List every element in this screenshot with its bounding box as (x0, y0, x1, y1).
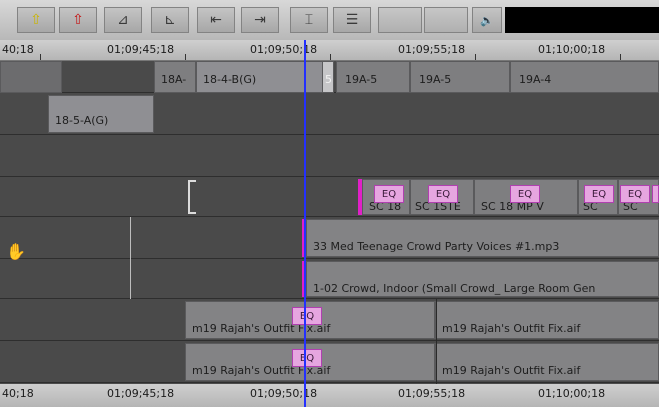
empty-track (0, 135, 659, 177)
trim-mark-in-button[interactable]: ⊿ (104, 7, 142, 33)
timeline-clip[interactable]: 1-02 Crowd, Indoor (Small Crowd_ Large R… (306, 261, 659, 297)
extract-icon: ⇧ (72, 12, 84, 28)
eq-badge[interactable] (652, 185, 659, 203)
ruler-tick (475, 54, 476, 60)
audio-monitor-button[interactable]: 🔈 (472, 7, 502, 33)
timeline-clip[interactable]: m19 Rajah's Outfit Fix.aif (435, 343, 659, 381)
timeline-clip[interactable]: 18-5-A(G) (48, 95, 154, 133)
timeline-clip[interactable]: 33 Med Teenage Crowd Party Voices #1.mp3 (306, 219, 659, 257)
timecode-label: 40;18 (2, 387, 34, 400)
blank-button-1[interactable] (378, 7, 422, 33)
segment-left-button[interactable]: ⇤ (197, 7, 235, 33)
ruler-tick (330, 54, 331, 60)
edit-point-line (436, 299, 437, 384)
audio-meter-display (505, 7, 659, 33)
trim-mark-in-icon: ⊿ (117, 12, 129, 28)
timecode-ruler-bottom[interactable]: 40;18 01;09;45;18 01;09;50;18 01;09;55;1… (0, 384, 659, 407)
eq-badge[interactable]: EQ (584, 185, 614, 203)
timeline-clip[interactable]: 19A-5 (410, 61, 510, 93)
video-track-top: 18A- 18-4-B(G) 5 19A-5 19A-5 19A-4 (0, 61, 659, 93)
eq-badge[interactable]: EQ (428, 185, 458, 203)
video-track-second: 18-5-A(G) (0, 93, 659, 135)
timeline-clip[interactable]: 5 (322, 61, 334, 93)
audio-track-3: m19 Rajah's Outfit Fix.aif m19 Rajah's O… (0, 299, 659, 341)
eq-badge[interactable]: EQ (374, 185, 404, 203)
audio-track-1: 33 Med Teenage Crowd Party Voices #1.mp3 (0, 217, 659, 259)
eq-badge[interactable]: EQ (292, 307, 322, 325)
clip-label: 19A-5 (419, 73, 452, 86)
ruler-tick (40, 54, 41, 60)
clip-label: 1-02 Crowd, Indoor (Small Crowd_ Large R… (313, 282, 596, 295)
lift-button[interactable]: ⇧ (17, 7, 55, 33)
blank-button-2[interactable] (424, 7, 468, 33)
list-icon: ☰ (345, 12, 359, 28)
timecode-label: 01;09;55;18 (398, 387, 466, 400)
lift-icon: ⇧ (30, 12, 42, 28)
clip-label: 18A- (161, 73, 187, 86)
clip-label: 18-5-A(G) (55, 114, 109, 127)
trim-mark-out-button[interactable]: ⊾ (151, 7, 189, 33)
split-button[interactable]: ⌶ (290, 7, 328, 33)
timeline-clip[interactable]: 18-4-B(G) (196, 61, 330, 93)
eq-badge[interactable]: EQ (510, 185, 540, 203)
timecode-label: 01;09;55;18 (398, 43, 466, 56)
ruler-tick (620, 54, 621, 60)
timecode-label: 40;18 (2, 43, 34, 56)
mark-in-bracket (188, 180, 196, 214)
timecode-ruler-top[interactable]: 40;18 01;09;45;18 01;09;50;18 01;09;55;1… (0, 40, 659, 61)
audio-track-4: m19 Rajah's Outfit Fix.aif m19 Rajah's O… (0, 341, 659, 383)
segment-right-button[interactable]: ⇥ (241, 7, 279, 33)
timecode-label: 01;09;50;18 (250, 43, 318, 56)
segment-left-icon: ⇤ (210, 12, 222, 28)
timecode-label: 01;09;45;18 (107, 43, 175, 56)
extract-button[interactable]: ⇧ (59, 7, 97, 33)
clip-label: 19A-4 (519, 73, 552, 86)
list-button[interactable]: ☰ (333, 7, 371, 33)
playhead[interactable] (304, 40, 306, 407)
ruler-tick (185, 54, 186, 60)
timeline-toolbar: ⇧ ⇧ ⊿ ⊾ ⇤ ⇥ ⌶ ☰ 🔈 (0, 0, 659, 41)
timeline-window: ⇧ ⇧ ⊿ ⊾ ⇤ ⇥ ⌶ ☰ 🔈 40;18 01;09;45;18 01;0… (0, 0, 659, 407)
trim-mark-out-icon: ⊾ (164, 12, 176, 28)
clip-label: 18-4-B(G) (203, 73, 257, 86)
segment-right-icon: ⇥ (254, 12, 266, 28)
audio-track-2: 1-02 Crowd, Indoor (Small Crowd_ Large R… (0, 259, 659, 299)
effects-track: SC 18 SC 1STE SC 18 MP V SC SC EQ EQ EQ … (0, 177, 659, 217)
timeline-clip[interactable]: 19A-4 (510, 61, 659, 93)
clip-label: 19A-5 (345, 73, 378, 86)
timeline-clip[interactable] (0, 61, 62, 93)
timecode-label: 01;10;00;18 (538, 387, 606, 400)
eq-badge[interactable]: EQ (292, 349, 322, 367)
hand-cursor-icon: ✋ (6, 242, 26, 261)
clip-label: 33 Med Teenage Crowd Party Voices #1.mp3 (313, 240, 560, 253)
clip-label: m19 Rajah's Outfit Fix.aif (442, 364, 581, 377)
timeline-clip[interactable]: 19A-5 (336, 61, 410, 93)
timecode-label: 01;09;45;18 (107, 387, 175, 400)
timecode-label: 01;09;50;18 (250, 387, 318, 400)
split-icon: ⌶ (304, 12, 314, 28)
effect-marker (358, 179, 362, 215)
speaker-icon: 🔈 (480, 13, 494, 27)
edit-point-line (130, 217, 131, 299)
clip-label: m19 Rajah's Outfit Fix.aif (442, 322, 581, 335)
eq-badge[interactable]: EQ (620, 185, 650, 203)
clip-label: 5 (325, 73, 332, 86)
timeline-clip[interactable]: 18A- (154, 61, 196, 93)
timeline-clip[interactable]: m19 Rajah's Outfit Fix.aif (435, 301, 659, 339)
timecode-label: 01;10;00;18 (538, 43, 606, 56)
